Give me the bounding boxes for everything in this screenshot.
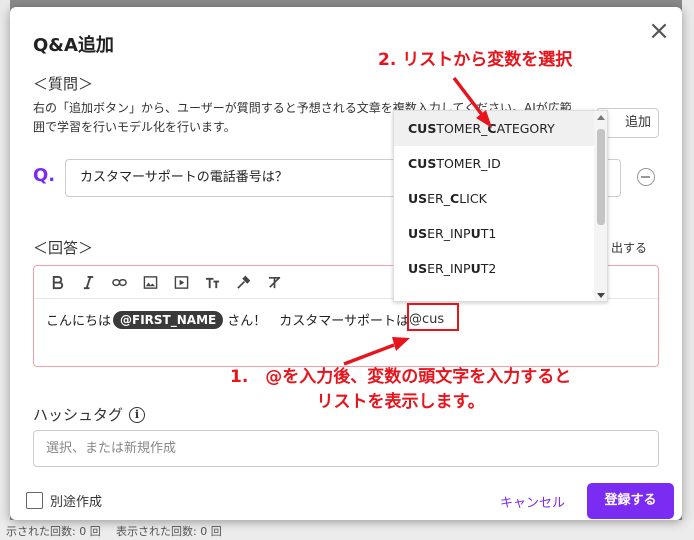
dropdown-item-user-input1[interactable]: USER_INPUT1: [394, 216, 594, 251]
image-icon[interactable]: [135, 271, 166, 293]
close-icon[interactable]: ×: [647, 18, 671, 44]
hashtag-input[interactable]: 選択、または新規作成: [33, 430, 659, 467]
separate-create-checkbox[interactable]: [26, 492, 43, 509]
annotation-step1-line1: 1. @を入力後、変数の頭文字を入力すると: [230, 367, 572, 387]
dropdown-item-user-input2[interactable]: USER_INPUT2: [394, 251, 594, 286]
dropdown-scrollbar[interactable]: [594, 111, 607, 301]
scrollbar-thumb[interactable]: [597, 129, 605, 225]
highlight-box: [407, 303, 459, 331]
text-size-icon[interactable]: [197, 271, 228, 293]
cancel-button[interactable]: キャンセル: [500, 492, 565, 511]
editor-text-greeting: こんにちは: [46, 314, 112, 329]
annotation-step1: 1. @を入力後、変数の頭文字を入力すると リストを表示します。: [230, 365, 571, 415]
dropdown-item-customer-id[interactable]: CUSTOMER_ID: [394, 146, 594, 181]
clear-format-icon[interactable]: [259, 271, 290, 293]
variable-dropdown[interactable]: CUSTOMER_CATEGORY CUSTOMER_ID USER_CLICK…: [393, 110, 608, 302]
background-text-fragment: 出する: [611, 241, 648, 255]
bold-icon[interactable]: [42, 271, 73, 293]
italic-icon[interactable]: [73, 271, 104, 293]
question-label: Q.: [33, 165, 56, 186]
editor-content[interactable]: こんにちは @FIRST_NAME さん！ カスタマーサポートは @cus: [46, 310, 444, 329]
dropdown-item-user-click[interactable]: USER_CLICK: [394, 181, 594, 216]
background-display-count: 表示された回数: 0 回: [116, 525, 222, 538]
hashtag-label-text: ハッシュタグ: [33, 406, 124, 424]
separate-create-option[interactable]: 別途作成: [26, 491, 102, 510]
variable-chip-first-name[interactable]: @FIRST_NAME: [113, 310, 224, 329]
scroll-up-icon[interactable]: [597, 115, 605, 120]
hashtag-label: ハッシュタグ i: [33, 404, 146, 425]
color-picker-icon[interactable]: [228, 271, 259, 293]
register-button[interactable]: 登録する: [587, 483, 674, 519]
editor-text-body: さん！ カスタマーサポートは: [227, 314, 409, 329]
background-page-right: [682, 0, 694, 540]
video-icon[interactable]: [166, 271, 197, 293]
dialog-title: Q&A追加: [33, 35, 114, 56]
background-page-left: [0, 0, 10, 540]
answer-heading: ＜回答＞: [33, 239, 94, 257]
background-view-count: 示された回数: 0 回: [6, 525, 101, 538]
info-icon[interactable]: i: [129, 406, 146, 423]
background-page-footer: [0, 520, 694, 540]
scroll-down-icon[interactable]: [597, 293, 605, 298]
link-icon[interactable]: [104, 271, 135, 293]
question-heading: ＜質問＞: [33, 75, 94, 93]
annotation-step2: 2. リストから変数を選択: [378, 50, 573, 70]
remove-question-icon[interactable]: [637, 168, 655, 186]
dropdown-item-customer-category[interactable]: CUSTOMER_CATEGORY: [394, 111, 594, 146]
checkbox-label: 別途作成: [50, 495, 103, 510]
annotation-step1-line2: リストを表示します。: [316, 392, 485, 412]
